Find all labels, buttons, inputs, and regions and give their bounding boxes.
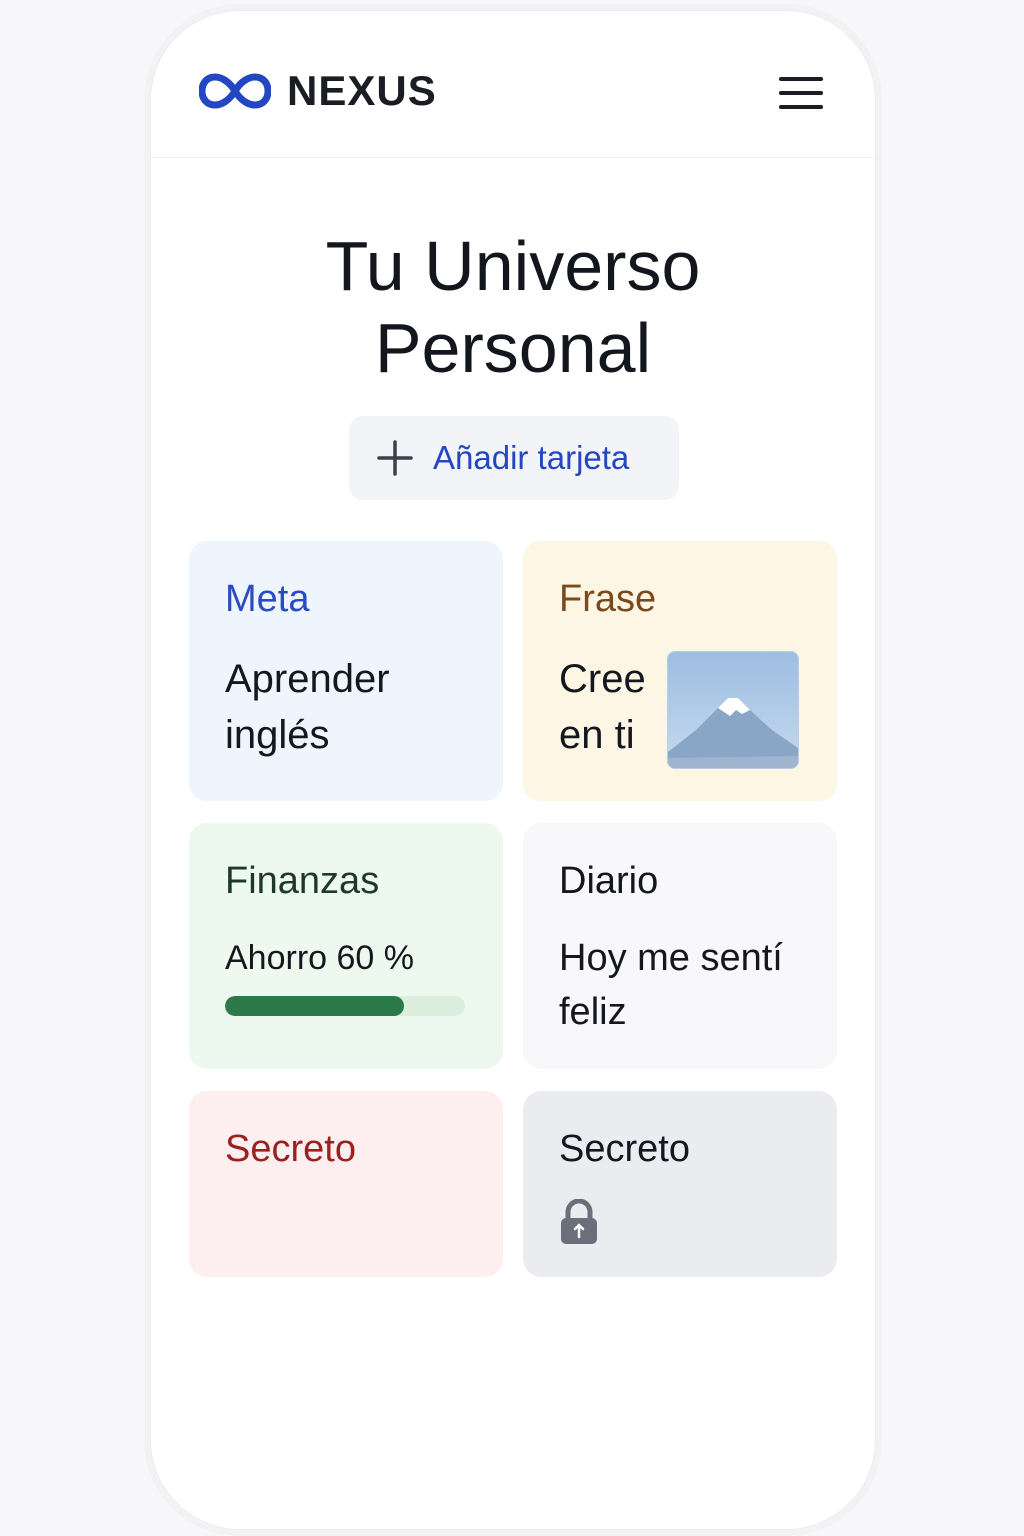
card-diario[interactable]: Diario Hoy me sentí feliz [523,823,837,1069]
app-header: NEXUS [151,11,875,158]
page-title-line1: Tu Universo [325,227,701,305]
savings-progress-bar [225,996,465,1016]
savings-progress-fill [225,996,404,1016]
card-finanzas[interactable]: Finanzas Ahorro 60 % [189,823,503,1069]
page-title-line2: Personal [374,309,652,387]
card-body-line: Cree [559,657,646,701]
infinity-icon [199,71,271,111]
page-title: Tu Universo Personal [151,225,875,389]
card-body-line: en ti [559,713,635,757]
app-logo[interactable]: NEXUS [199,67,437,115]
savings-label: Ahorro 60 % [225,939,414,977]
app-name: NEXUS [287,67,437,114]
hamburger-menu-icon[interactable] [777,73,825,113]
card-body-line: inglés [225,713,330,757]
card-title: Secreto [225,1128,356,1170]
plus-icon [377,440,413,476]
card-secreto-locked[interactable]: Secreto [523,1091,837,1277]
card-body-line: feliz [559,991,627,1033]
card-title: Meta [225,578,310,620]
card-body: Cree en ti [559,651,667,763]
card-body-line: Hoy me sentí [559,937,783,979]
card-title: Diario [559,860,659,902]
card-body-line: Aprender [225,657,390,701]
card-body: Aprender inglés [225,651,467,763]
card-secreto[interactable]: Secreto [189,1091,503,1277]
card-body: Hoy me sentí feliz [559,931,801,1039]
card-title: Frase [559,578,657,620]
add-card-button[interactable]: Añadir tarjeta [349,416,679,500]
add-card-label: Añadir tarjeta [433,439,630,476]
lock-icon [559,1198,599,1245]
card-frase[interactable]: Frase Cree en ti [523,541,837,801]
card-title: Finanzas [225,860,380,902]
phone-frame: NEXUS Tu Universo Personal Añadir tarjet… [150,10,876,1530]
card-meta[interactable]: Meta Aprender inglés [189,541,503,801]
card-title: Secreto [559,1128,690,1170]
mountain-image [667,651,799,769]
